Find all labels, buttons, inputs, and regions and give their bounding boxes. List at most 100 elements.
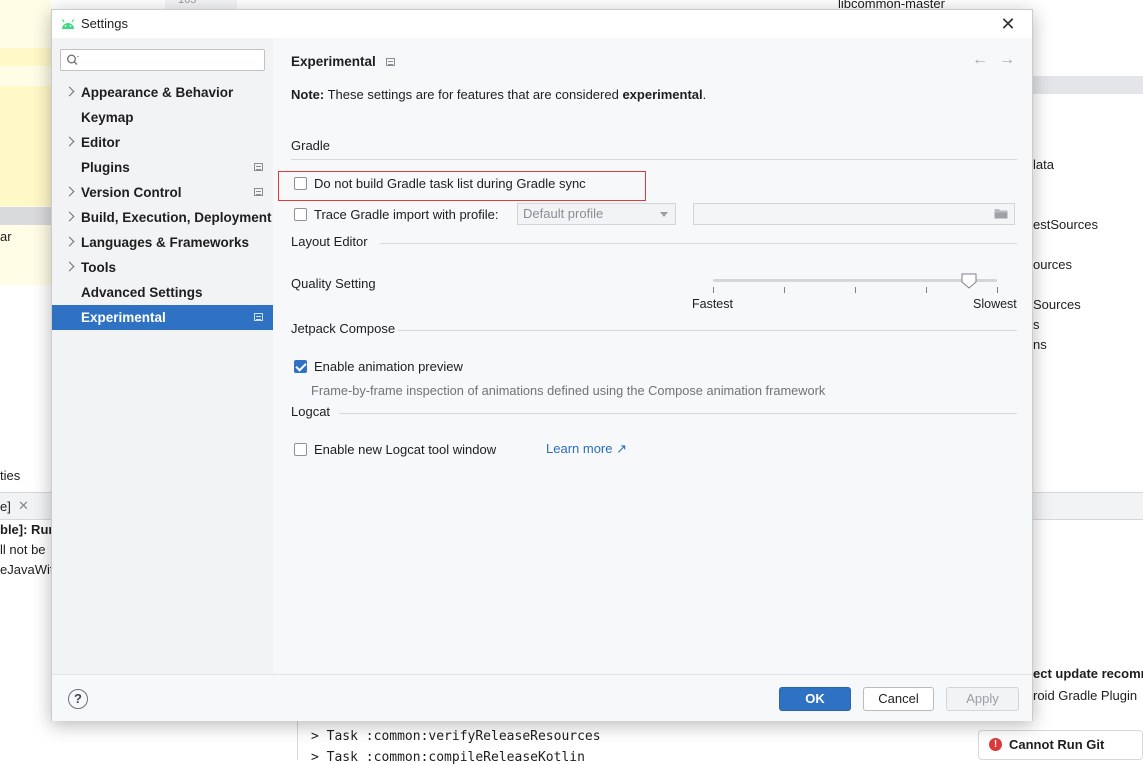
nav-item-label: Appearance & Behavior: [81, 85, 234, 100]
android-studio-icon: [61, 19, 75, 29]
nav-item-languages-frameworks[interactable]: Languages & Frameworks: [52, 230, 273, 255]
dialog-title: Settings: [81, 16, 128, 31]
nav-item-label: Editor: [81, 135, 120, 150]
tree-item: Sources: [1033, 297, 1081, 312]
quality-slider-track[interactable]: [713, 279, 997, 282]
nav-item-keymap[interactable]: Keymap: [52, 105, 273, 130]
nav-item-editor[interactable]: Editor: [52, 130, 273, 155]
nav-item-advanced-settings[interactable]: Advanced Settings: [52, 280, 273, 305]
error-icon: !: [989, 738, 1002, 751]
left-ties-text: ties: [0, 468, 21, 483]
settings-content: Experimental ← → Note: These settings ar…: [274, 38, 1032, 674]
ok-button[interactable]: OK: [779, 687, 851, 711]
tree-item: estSources: [1033, 217, 1099, 232]
slider-tick: [784, 287, 785, 293]
chevron-right-icon: [64, 261, 75, 272]
tree-item: lata: [1033, 157, 1054, 172]
trace-gradle-import-checkbox[interactable]: [294, 208, 307, 221]
quality-setting-label: Quality Setting: [291, 276, 376, 291]
search-icon: [67, 54, 79, 65]
nav-item-label: Experimental: [81, 310, 166, 325]
tree-item: s: [1033, 317, 1040, 332]
forward-arrow-icon[interactable]: →: [999, 51, 1015, 69]
checkbox-label: Enable new Logcat tool window: [314, 442, 497, 457]
build-tab-close: ✕: [18, 498, 29, 513]
build-tab-label: e]: [0, 499, 11, 514]
tree-item: ources: [1033, 257, 1073, 272]
dialog-footer: ? OK Cancel Apply: [52, 674, 1032, 721]
jetpack-compose-heading: Jetpack Compose: [291, 321, 396, 336]
help-button[interactable]: ?: [68, 689, 88, 709]
project-scope-icon: [254, 188, 263, 196]
right-header-bar: [1033, 76, 1143, 94]
chevron-right-icon: [64, 211, 75, 222]
console-line: > Task :common:compileReleaseKotlin: [311, 750, 585, 765]
slider-tick: [713, 287, 714, 293]
note-text: These settings are for features that are…: [324, 87, 623, 102]
nav-item-plugins[interactable]: Plugins: [52, 155, 273, 180]
compose-separator: [398, 330, 1017, 331]
notification-title: ect update recomm: [1033, 666, 1143, 681]
animation-preview-checkbox[interactable]: [294, 360, 307, 373]
line-number: 165: [178, 0, 197, 6]
left-fragment-text: ar: [0, 229, 12, 244]
search-input[interactable]: [60, 49, 265, 71]
layout-editor-separator: [380, 243, 1017, 244]
nav-item-label: Version Control: [81, 185, 182, 200]
gutter-stripe: [0, 86, 51, 206]
gradle-heading: Gradle: [291, 138, 331, 153]
quality-slider-thumb[interactable]: [961, 273, 977, 289]
apply-button[interactable]: Apply: [946, 687, 1019, 711]
page-title: Experimental: [291, 54, 376, 69]
back-arrow-icon[interactable]: ←: [972, 51, 988, 69]
build-output-line: ble]: Run: [0, 522, 57, 537]
new-logcat-checkbox[interactable]: [294, 443, 307, 456]
chevron-right-icon: [64, 236, 75, 247]
cancel-button[interactable]: Cancel: [863, 687, 934, 711]
chevron-right-icon: [64, 186, 75, 197]
close-button[interactable]: ✕: [998, 14, 1018, 34]
learn-more-link[interactable]: Learn more ↗: [546, 441, 627, 457]
gradle-separator: [291, 159, 1017, 160]
nav-item-version-control[interactable]: Version Control: [52, 180, 273, 205]
note-end: .: [702, 87, 707, 102]
checkbox-label: Do not build Gradle task list during Gra…: [314, 176, 586, 191]
help-icon: ?: [74, 691, 82, 706]
project-scope-icon: [254, 163, 263, 171]
build-output-line: ll not be: [0, 542, 46, 557]
profile-dropdown[interactable]: Default profile: [517, 203, 676, 225]
chevron-right-icon: [64, 136, 75, 147]
chevron-right-icon: [64, 86, 75, 97]
profile-path-field[interactable]: [693, 203, 1015, 225]
nav-item-label: Advanced Settings: [81, 285, 203, 300]
gutter-divider: [0, 207, 51, 225]
nav-item-experimental[interactable]: Experimental: [52, 305, 273, 330]
do-not-build-task-list-checkbox[interactable]: [294, 177, 307, 190]
nav-item-build-execution-deployment[interactable]: Build, Execution, Deployment: [52, 205, 273, 230]
tree-item: ns: [1033, 337, 1047, 352]
folder-icon[interactable]: [994, 208, 1008, 219]
layout-editor-heading: Layout Editor: [291, 234, 368, 249]
logcat-heading: Logcat: [291, 404, 331, 419]
settings-sidebar: Appearance & Behavior Keymap Editor Plug…: [52, 38, 273, 674]
nav-item-tools[interactable]: Tools: [52, 255, 273, 280]
profile-dropdown-value: Default profile: [523, 206, 604, 221]
git-error-balloon[interactable]: ! Cannot Run Git: [978, 730, 1143, 760]
line-number-area: [165, 0, 237, 9]
nav-item-label: Keymap: [81, 110, 134, 125]
close-icon: ✕: [1000, 14, 1016, 34]
slider-tick: [855, 287, 856, 293]
project-scope-icon: [386, 58, 395, 66]
nav-item-label: Plugins: [81, 160, 130, 175]
nav-item-label: Languages & Frameworks: [81, 235, 250, 250]
slider-tick: [997, 287, 998, 293]
slider-min-label: Fastest: [692, 297, 733, 311]
dialog-titlebar: Settings ✕: [52, 10, 1032, 38]
slider-max-label: Slowest: [973, 297, 1017, 311]
nav-item-label: Tools: [81, 260, 116, 275]
settings-nav: Appearance & Behavior Keymap Editor Plug…: [52, 80, 273, 330]
nav-item-appearance-behavior[interactable]: Appearance & Behavior: [52, 80, 273, 105]
settings-dialog: Settings ✕ Appearance & Behavior Keymap …: [51, 9, 1033, 721]
experimental-note: Note: These settings are for features th…: [291, 87, 706, 102]
animation-preview-description: Frame-by-frame inspection of animations …: [311, 383, 826, 398]
